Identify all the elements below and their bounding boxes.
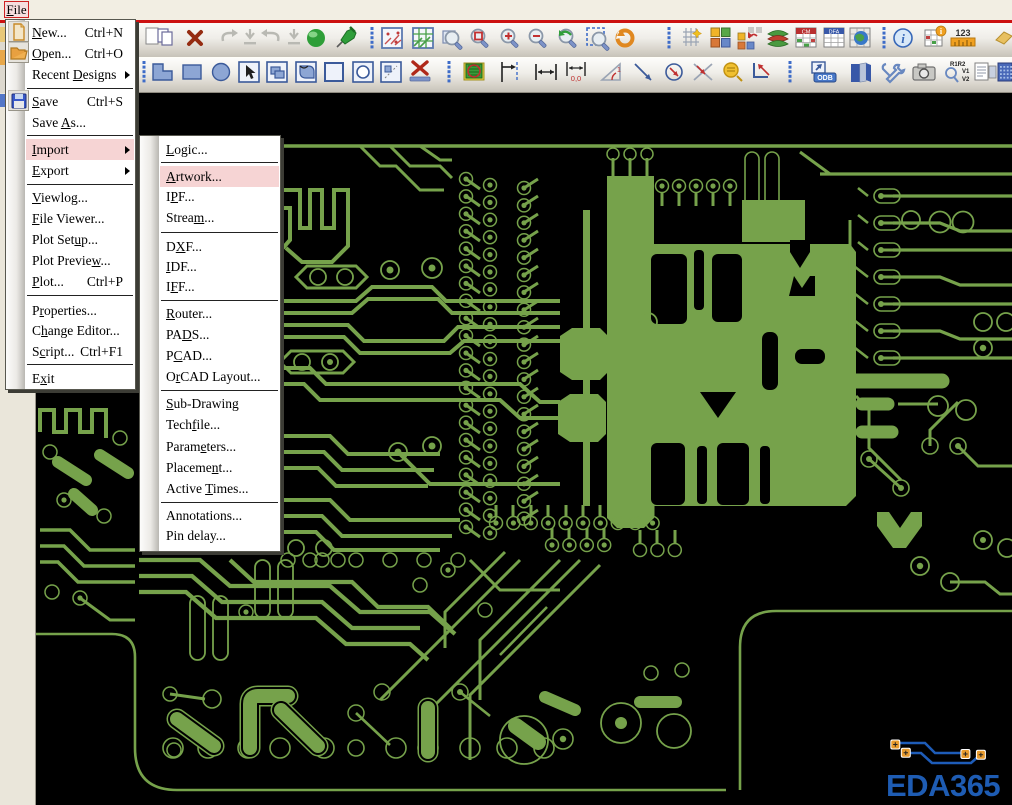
svg-text:0,0: 0,0 bbox=[571, 74, 581, 83]
svg-text:EDA365: EDA365 bbox=[886, 768, 1000, 803]
svg-text:1: 1 bbox=[617, 67, 621, 74]
svg-text:V2: V2 bbox=[962, 77, 970, 83]
svg-text:123: 123 bbox=[955, 28, 970, 38]
svg-text:R1R2: R1R2 bbox=[950, 62, 966, 68]
svg-text:ODB: ODB bbox=[817, 75, 833, 82]
svg-text:V1: V1 bbox=[962, 69, 970, 75]
svg-text:i: i bbox=[901, 31, 905, 46]
